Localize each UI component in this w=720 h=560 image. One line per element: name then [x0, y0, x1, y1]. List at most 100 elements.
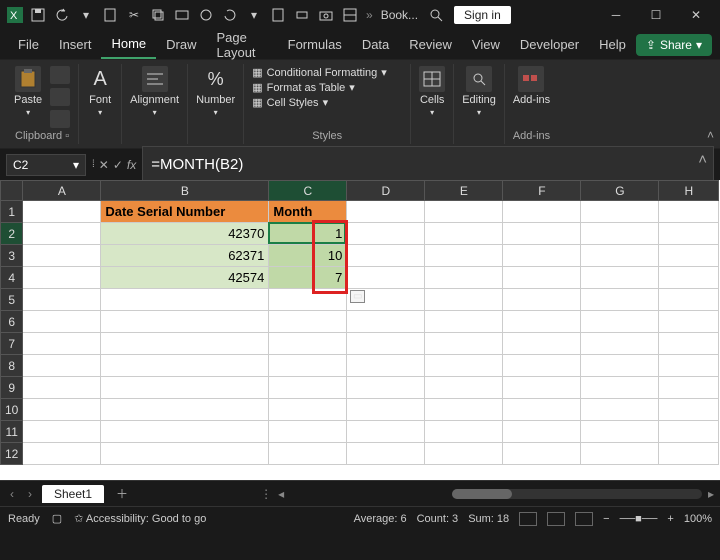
cut-button[interactable] — [50, 66, 70, 84]
addins-button[interactable]: Add-ins — [513, 66, 550, 106]
view-page-layout-icon[interactable] — [547, 512, 565, 526]
cell-D1[interactable] — [347, 201, 425, 223]
cell-G5[interactable] — [581, 289, 659, 311]
cell-E11[interactable] — [425, 421, 503, 443]
col-header-D[interactable]: D — [347, 181, 425, 201]
zoom-in-button[interactable]: + — [667, 513, 673, 525]
cell-G7[interactable] — [581, 333, 659, 355]
tab-formulas[interactable]: Formulas — [278, 31, 352, 58]
cell-A1[interactable] — [23, 201, 101, 223]
cell-F4[interactable] — [503, 267, 581, 289]
cell-C11[interactable] — [269, 421, 347, 443]
format-painter-button[interactable] — [50, 110, 70, 128]
scroll-left-icon[interactable]: ◂ — [278, 487, 284, 501]
cell-A6[interactable] — [23, 311, 101, 333]
cell-G6[interactable] — [581, 311, 659, 333]
cell-B6[interactable] — [101, 311, 269, 333]
name-box[interactable]: C2▾ — [6, 154, 86, 176]
col-header-H[interactable]: H — [659, 181, 719, 201]
row-header-12[interactable]: 12 — [1, 443, 23, 465]
cell-A9[interactable] — [23, 377, 101, 399]
tab-help[interactable]: Help — [589, 31, 636, 58]
cell-A3[interactable] — [23, 245, 101, 267]
add-sheet-button[interactable]: ＋ — [110, 485, 134, 502]
cell-C4[interactable]: 7 — [269, 267, 347, 289]
expand-formula-bar-icon[interactable]: ˄ — [698, 151, 707, 168]
cell-H11[interactable] — [659, 421, 719, 443]
row-header-7[interactable]: 7 — [1, 333, 23, 355]
qat-icon-1[interactable] — [170, 3, 194, 27]
cell-E12[interactable] — [425, 443, 503, 465]
cell-A8[interactable] — [23, 355, 101, 377]
cell-H2[interactable] — [659, 223, 719, 245]
redo-dropdown-icon[interactable]: ▾ — [74, 3, 98, 27]
number-button[interactable]: % Number ▾ — [196, 66, 235, 117]
row-header-5[interactable]: 5 — [1, 289, 23, 311]
cell-E1[interactable] — [425, 201, 503, 223]
cell-H7[interactable] — [659, 333, 719, 355]
accept-formula-icon[interactable]: ✓ — [113, 158, 123, 172]
row-header-3[interactable]: 3 — [1, 245, 23, 267]
scroll-right-icon[interactable]: ▸ — [708, 487, 714, 501]
cell-B9[interactable] — [101, 377, 269, 399]
sign-in-button[interactable]: Sign in — [454, 6, 511, 24]
cell-F10[interactable] — [503, 399, 581, 421]
cell-E5[interactable] — [425, 289, 503, 311]
zoom-out-button[interactable]: − — [603, 513, 609, 525]
cancel-formula-icon[interactable]: ✕ — [99, 158, 109, 172]
cell-C10[interactable] — [269, 399, 347, 421]
cell-F8[interactable] — [503, 355, 581, 377]
cell-H10[interactable] — [659, 399, 719, 421]
row-header-4[interactable]: 4 — [1, 267, 23, 289]
camera-icon[interactable] — [314, 3, 338, 27]
cell-D2[interactable] — [347, 223, 425, 245]
cell-C6[interactable] — [269, 311, 347, 333]
sheet-tab-menu-icon[interactable]: ⋮ — [260, 487, 272, 501]
cell-A12[interactable] — [23, 443, 101, 465]
cell-D3[interactable] — [347, 245, 425, 267]
horizontal-scrollbar[interactable] — [452, 489, 702, 499]
cell-C5[interactable] — [269, 289, 347, 311]
tab-review[interactable]: Review — [399, 31, 462, 58]
cell-B3[interactable]: 62371 — [101, 245, 269, 267]
cell-F12[interactable] — [503, 443, 581, 465]
col-header-F[interactable]: F — [503, 181, 581, 201]
cell-B1[interactable]: Date Serial Number — [101, 201, 269, 223]
cell-D10[interactable] — [347, 399, 425, 421]
cell-G12[interactable] — [581, 443, 659, 465]
cell-E9[interactable] — [425, 377, 503, 399]
cell-G1[interactable] — [581, 201, 659, 223]
cell-E3[interactable] — [425, 245, 503, 267]
qat-overflow-icon[interactable]: » — [362, 8, 377, 22]
cell-A5[interactable] — [23, 289, 101, 311]
cell-H4[interactable] — [659, 267, 719, 289]
cell-F1[interactable] — [503, 201, 581, 223]
format-as-table-button[interactable]: ▦ Format as Table ▾ — [252, 81, 402, 94]
cell-E7[interactable] — [425, 333, 503, 355]
cell-B8[interactable] — [101, 355, 269, 377]
view-page-break-icon[interactable] — [575, 512, 593, 526]
cell-C9[interactable] — [269, 377, 347, 399]
cell-C1[interactable]: Month — [269, 201, 347, 223]
row-header-2[interactable]: 2 — [1, 223, 23, 245]
cell-C8[interactable] — [269, 355, 347, 377]
cell-styles-button[interactable]: ▦ Cell Styles ▾ — [252, 96, 402, 109]
cell-B11[interactable] — [101, 421, 269, 443]
dialog-launcher-icon[interactable]: ▫ — [65, 130, 69, 142]
cell-E4[interactable] — [425, 267, 503, 289]
row-header-6[interactable]: 6 — [1, 311, 23, 333]
tab-developer[interactable]: Developer — [510, 31, 589, 58]
copy-icon[interactable] — [146, 3, 170, 27]
tab-view[interactable]: View — [462, 31, 510, 58]
cell-F3[interactable] — [503, 245, 581, 267]
tab-file[interactable]: File — [8, 31, 49, 58]
sheet-nav-next[interactable]: › — [24, 487, 36, 501]
row-header-8[interactable]: 8 — [1, 355, 23, 377]
cell-F9[interactable] — [503, 377, 581, 399]
cut-icon[interactable]: ✂ — [122, 3, 146, 27]
cell-G10[interactable] — [581, 399, 659, 421]
cell-D12[interactable] — [347, 443, 425, 465]
font-button[interactable]: A Font ▾ — [87, 66, 113, 117]
cell-D6[interactable] — [347, 311, 425, 333]
cell-D7[interactable] — [347, 333, 425, 355]
